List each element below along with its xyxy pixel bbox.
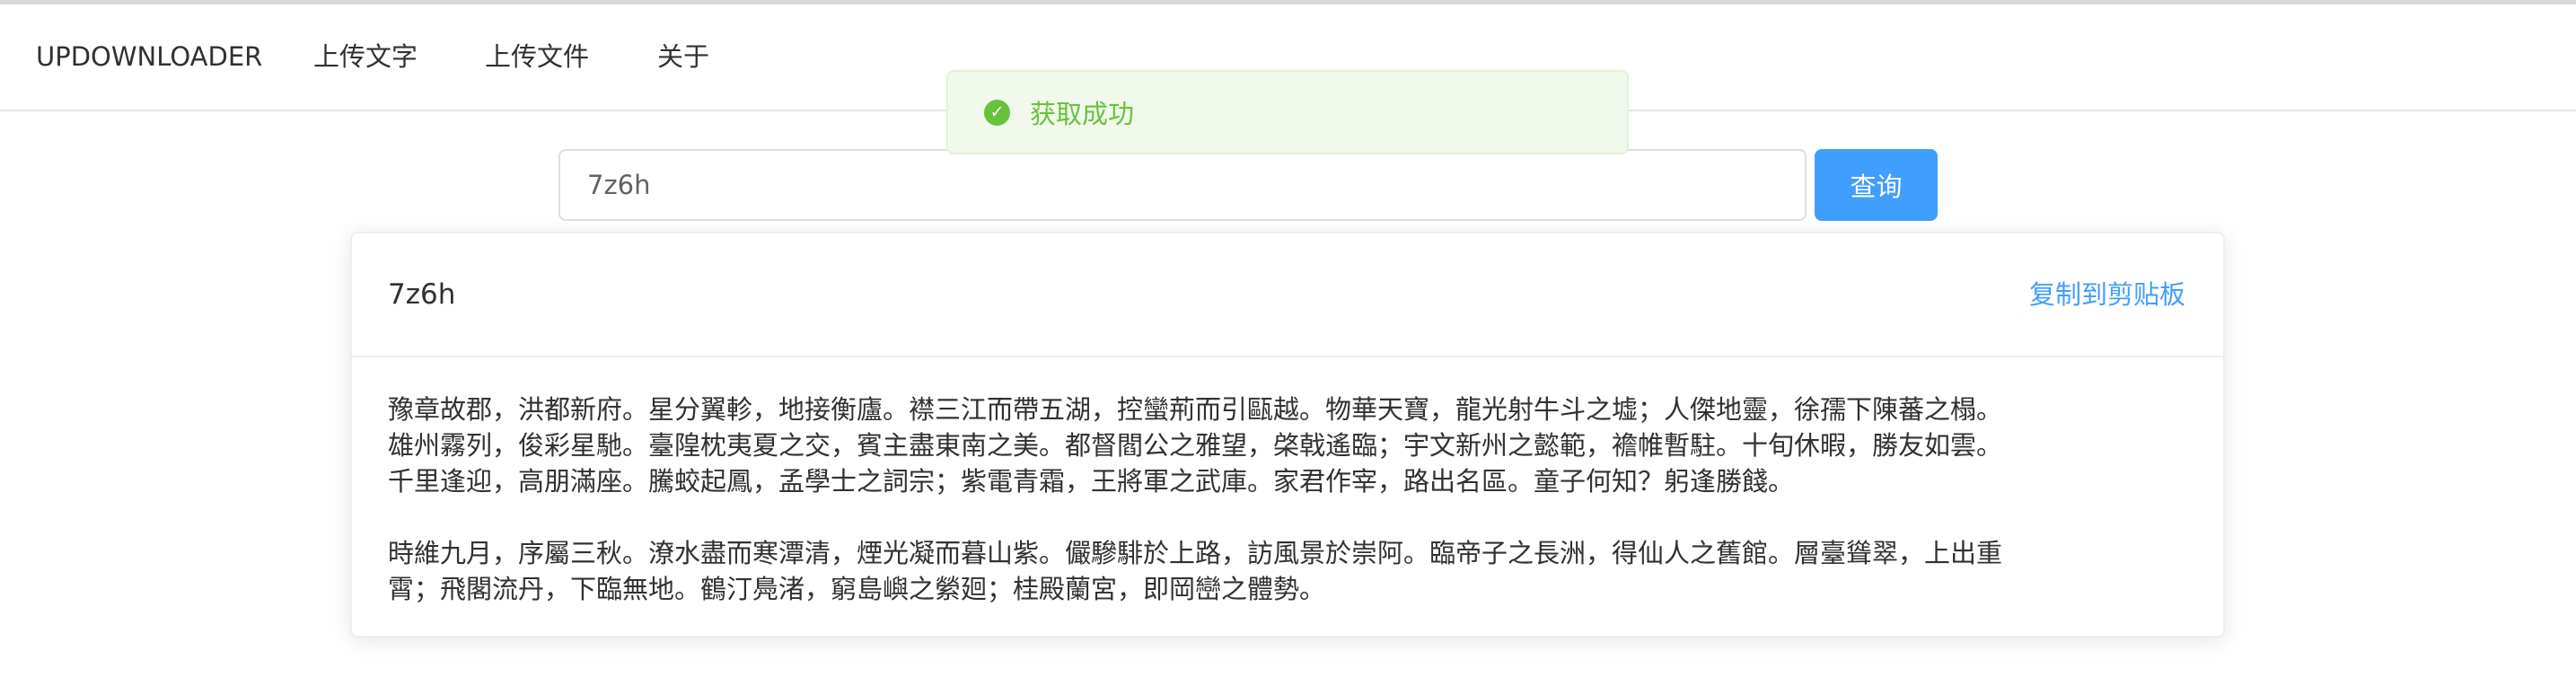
success-toast: ✓ 获取成功 xyxy=(946,70,1629,154)
nav-item-about[interactable]: 关于 xyxy=(657,4,709,110)
nav-brand[interactable]: UPDOWNLOADER xyxy=(36,4,262,110)
result-paragraph: 時維九月，序屬三秋。潦水盡而寒潭清，煙光凝而暮山紫。儼驂騑於上路，訪風景於崇阿。… xyxy=(388,538,2003,604)
check-circle-icon: ✓ xyxy=(984,99,1010,126)
nav-item-upload-text[interactable]: 上传文字 xyxy=(313,4,418,110)
nav-item-upload-file[interactable]: 上传文件 xyxy=(485,4,589,110)
result-card-header: 7z6h 复制到剪贴板 xyxy=(352,233,2223,357)
copy-to-clipboard-button[interactable]: 复制到剪贴板 xyxy=(2029,233,2185,356)
toast-message: 获取成功 xyxy=(1030,99,1135,129)
result-title: 7z6h xyxy=(388,278,456,311)
search-input[interactable] xyxy=(558,149,1807,221)
query-button[interactable]: 查询 xyxy=(1815,149,1938,221)
result-paragraph: 豫章故郡，洪都新府。星分翼軫，地接衡廬。襟三江而帶五湖，控蠻荊而引甌越。物華天寶… xyxy=(388,394,2003,497)
result-content: 豫章故郡，洪都新府。星分翼軫，地接衡廬。襟三江而帶五湖，控蠻荊而引甌越。物華天寶… xyxy=(352,357,2223,607)
result-card: 7z6h 复制到剪贴板 豫章故郡，洪都新府。星分翼軫，地接衡廬。襟三江而帶五湖，… xyxy=(350,232,2225,638)
